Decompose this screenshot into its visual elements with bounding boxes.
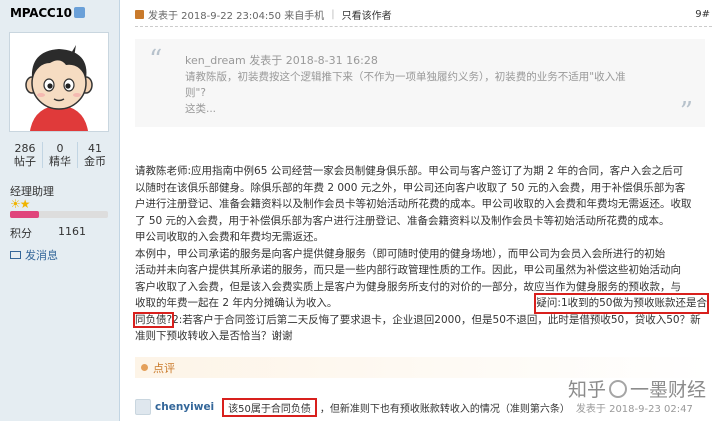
quote-line: 则"? (185, 87, 206, 99)
quote-block: “ ken_dream 发表于 2018-8-31 16:28 请教陈版，初装费… (135, 39, 705, 127)
body-line-text: 收取的年费一起在 2 年内分摊确认为收入。 (135, 297, 338, 309)
comment-text: ，但新准则下也有预收账款转收入的情况（准则第六条） (319, 403, 570, 415)
body-line: 准则下预收转收入是否恰当？谢谢 (135, 330, 293, 342)
commenter-name[interactable]: chenyiwei (155, 401, 214, 413)
question-highlight-cont: 同负债? (132, 311, 175, 328)
stat-digest-count: 0 (56, 142, 64, 155)
only-author-link[interactable]: 只看该作者 (342, 7, 392, 22)
comment-dot-icon (141, 364, 148, 371)
post-main: 发表于 2018-9-22 23:04:50 来自手机 | 只看该作者 9# “… (121, 0, 720, 421)
user-stats: 286 帖子 0 精华 41 金币 (8, 142, 112, 168)
post-header: 发表于 2018-9-22 23:04:50 来自手机 | 只看该作者 9# (135, 5, 710, 23)
envelope-icon (10, 251, 21, 259)
body-line: 本例中，甲公司承诺的服务是向客户提供健身服务（即可随时使用的健身场地），而甲公司… (135, 246, 707, 263)
send-message-label[interactable]: 发消息 (25, 247, 58, 263)
level-progress-bar (10, 211, 108, 218)
cartoon-avatar-icon (10, 33, 108, 131)
quote-line: 请教陈版，初装费按这个逻辑推下来（不作为一项单独履约义务），初装费的业务不适用"… (185, 71, 626, 83)
stat-gold[interactable]: 41 金币 (77, 142, 112, 168)
post-body: 请教陈老师:应用指南中例65 公司经营一家会员制健身俱乐部。甲公司与客户签订了为… (132, 163, 709, 345)
commenter-avatar[interactable] (135, 399, 151, 415)
body-line: 以随时在该俱乐部健身。除俱乐部的年费 2 000 元之外，甲公司还向客户收取了 … (135, 181, 686, 194)
stat-gold-label: 金币 (84, 155, 106, 168)
send-message-link[interactable]: 发消息 (10, 247, 58, 263)
header-separator: | (331, 8, 335, 20)
user-points: 积分 1161 (10, 225, 110, 241)
points-label: 积分 (10, 227, 32, 240)
comment-highlight: 该50属于合同负债 (222, 397, 317, 417)
body-line-text: 2:若客户于合同签订后第二天反悔了要求退卡，企业退回2000，但是50不退回，此… (172, 313, 701, 326)
username[interactable]: MPACC10 (10, 6, 85, 20)
quote-line: 这类... (185, 103, 217, 115)
body-line: 同负债?2:若客户于合同签订后第二天反悔了要求退卡，企业退回2000，但是50不… (132, 311, 707, 329)
level-progress-fill (10, 211, 40, 218)
stat-gold-count: 41 (88, 142, 102, 155)
header-divider (135, 26, 712, 27)
watermark-left: 知乎 (567, 379, 606, 401)
user-badge-icon (73, 7, 85, 18)
user-sidebar: MPACC10 286 帖子 0 精华 41 金币 经理助理 ☀★ 积分 116… (0, 0, 120, 421)
body-line: 客户收取了入会费，但是该入会费实质上是客户为健身服务所支付的对价的一部分，故应当… (135, 280, 681, 293)
stat-digest-label: 精华 (49, 155, 71, 168)
body-line: 户进行注册登记、准备会籍资料以及制作会员卡等初始活动所花费的成本。甲公司收取的入… (135, 198, 692, 210)
stat-digest[interactable]: 0 精华 (42, 142, 77, 168)
points-value: 1161 (58, 225, 86, 238)
post-meta: 发表于 2018-9-22 23:04:50 来自手机 (148, 10, 325, 22)
quote-text: 请教陈版，初装费按这个逻辑推下来（不作为一项单独履约义务），初装费的业务不适用"… (185, 69, 665, 117)
comment-section-label: 点评 (153, 361, 175, 375)
body-line: 了 50 元的入会费，用于补偿俱乐部为客户进行注册登记、准备会籍资料以及制作会员… (135, 214, 670, 227)
open-quote-icon: “ (149, 45, 163, 75)
stat-posts[interactable]: 286 帖子 (8, 142, 42, 168)
post-icon (135, 9, 144, 19)
username-text[interactable]: MPACC10 (10, 6, 72, 20)
question-highlight: 疑问:1收到的50做为预收账款还是合 (534, 293, 709, 314)
body-line-text: 本例中，甲公司承诺的服务是向客户提供健身服务（即可随时使用的健身场地），而甲公司… (135, 247, 666, 260)
watermark: 知乎 一墨财经 (568, 375, 706, 402)
body-line: 请教陈老师:应用指南中例65 公司经营一家会员制健身俱乐部。甲公司与客户签订了为… (135, 165, 684, 177)
floor-number[interactable]: 9# (695, 9, 710, 20)
quote-author: ken_dream 发表于 2018-8-31 16:28 (185, 54, 378, 67)
watermark-logo-icon (608, 379, 627, 398)
avatar[interactable] (9, 32, 109, 132)
watermark-right: 一墨财经 (629, 379, 706, 401)
stat-posts-count: 286 (14, 142, 36, 155)
close-quote-icon: ” (679, 97, 693, 127)
body-line: 甲公司收取的入会费和年费均无需返还。 (135, 231, 324, 243)
body-line: 活动并未向客户提供其所承诺的服务，而只是一些内部行政管理性质的工作。因此，甲公司… (135, 264, 681, 276)
user-level-icon: ☀★ (10, 197, 30, 211)
stat-posts-label: 帖子 (14, 155, 36, 168)
body-line: 收取的年费一起在 2 年内分摊确认为收入。 疑问:1收到的50做为预收账款还是合 (135, 293, 709, 314)
